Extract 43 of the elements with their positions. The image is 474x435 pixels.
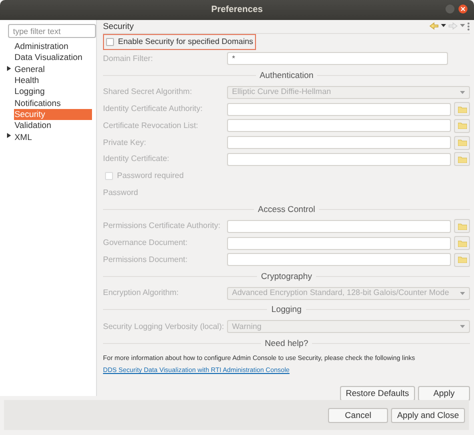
- page-button[interactable]: Restore Defaults: [340, 386, 415, 402]
- field-label: Permissions Document:: [103, 254, 188, 266]
- section-heading: Logging: [271, 303, 302, 316]
- field-label: Permissions Certificate Authority:: [103, 220, 222, 232]
- expand-icon[interactable]: [7, 133, 12, 138]
- section-heading: Need help?: [264, 336, 308, 350]
- tree-item[interactable]: Data Visualization: [14, 52, 92, 64]
- dialog-button[interactable]: Apply and Close: [391, 408, 465, 422]
- caret-icon: [460, 90, 465, 94]
- page-button[interactable]: Apply: [418, 386, 470, 402]
- tree-item[interactable]: Health: [14, 74, 92, 86]
- close-icon[interactable]: [458, 4, 468, 14]
- menu-icon[interactable]: [467, 22, 470, 31]
- field-label: Identity Certificate:: [103, 153, 170, 166]
- dropdown-icon[interactable]: [441, 24, 446, 28]
- window-title: Preferences: [211, 3, 263, 16]
- field-label: Encryption Algorithm:: [103, 287, 180, 300]
- expand-icon[interactable]: [7, 66, 12, 71]
- field-label: Password: [103, 187, 140, 200]
- caret-icon: [460, 325, 465, 328]
- tree-item[interactable]: Logging: [14, 86, 92, 98]
- field-label: Certificate Revocation List:: [103, 120, 200, 132]
- section-heading: Cryptography: [260, 270, 312, 283]
- tree-item[interactable]: Administration: [14, 41, 92, 52]
- filter-field[interactable]: type filter text: [8, 24, 96, 38]
- section-heading: Access Control: [258, 203, 316, 216]
- dialog-button[interactable]: Cancel: [328, 408, 388, 422]
- field-label: Shared Secret Algorithm:: [103, 86, 193, 98]
- field-label: Security Logging Verbosity (local):: [103, 320, 224, 332]
- field-label: Private Key:: [103, 136, 148, 149]
- tree-item[interactable]: Notifications: [14, 97, 92, 109]
- caret-icon: [460, 292, 465, 295]
- field-label: Identity Certificate Authority:: [103, 103, 204, 116]
- page-title: Security: [103, 20, 134, 33]
- checkbox: Password required: [103, 169, 186, 184]
- field-label: Governance Document:: [103, 237, 188, 250]
- tree-item[interactable]: XML: [14, 131, 92, 143]
- tree-item[interactable]: Validation: [14, 120, 92, 132]
- folder-icon: [458, 222, 466, 230]
- field-label: Domain Filter:: [103, 52, 154, 65]
- tree-item[interactable]: General: [14, 64, 92, 75]
- section-heading: Authentication: [260, 69, 314, 82]
- checkbox[interactable]: Enable Security for specified Domains: [103, 34, 256, 50]
